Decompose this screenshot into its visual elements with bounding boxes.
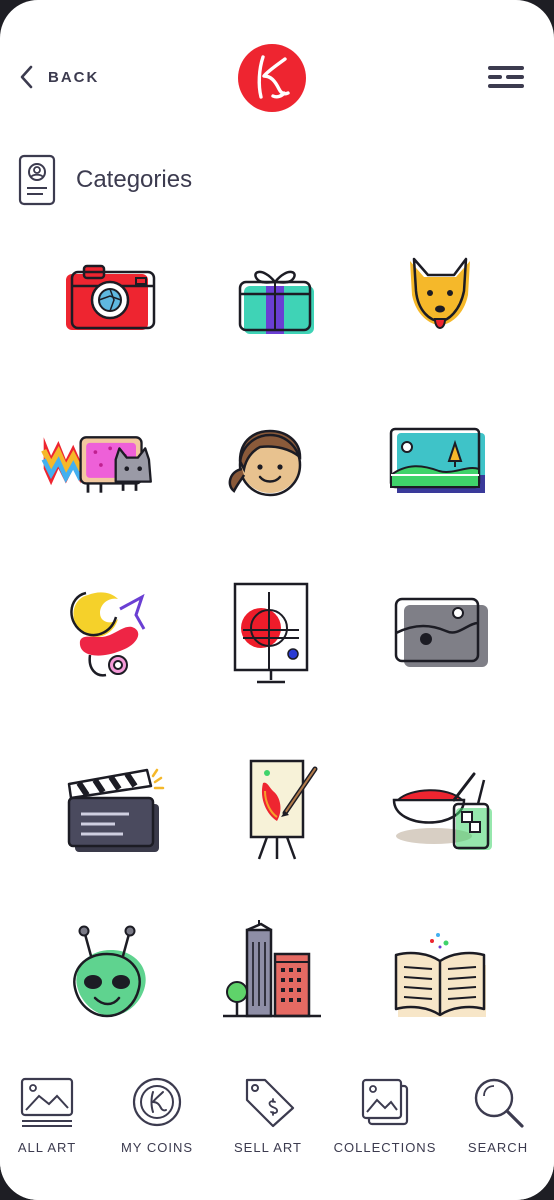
chevron-left-icon [20,65,33,89]
category-fox[interactable] [380,240,500,360]
category-film[interactable] [52,750,172,870]
category-food-drink[interactable] [380,750,500,870]
category-landscape[interactable] [378,405,498,525]
tab-search-label: SEARCH [467,1140,529,1155]
tab-all-art-label: ALL ART [17,1140,77,1155]
app-screen: BACK Categories ALL ART MY COINS SELL AR… [0,0,554,1200]
city-buildings-icon [223,920,321,1018]
alien-icon [73,925,146,1018]
tab-my-coins[interactable]: MY COINS [102,1076,212,1155]
back-button[interactable]: BACK [18,64,99,90]
price-tag-icon [245,1078,295,1128]
nyan-cat-icon [41,436,152,493]
abstract-art-icon [70,591,146,677]
photo-icon [394,597,488,667]
camera-icon [66,264,156,330]
category-abstract-art[interactable] [50,575,170,695]
tab-my-coins-label: MY COINS [120,1140,194,1155]
category-gift[interactable] [217,240,337,360]
tab-collections-label: COLLECTIONS [333,1140,437,1155]
brand-logo [238,44,306,112]
clapperboard-icon [67,768,165,852]
girl-face-icon [228,429,302,497]
menu-icon[interactable] [486,64,526,90]
back-label: BACK [48,68,100,86]
coin-icon [132,1077,182,1127]
category-abstract-easel[interactable] [210,575,330,695]
app-header: BACK Categories [0,0,554,206]
category-nyan-cat[interactable] [40,405,160,525]
fox-icon [410,257,470,329]
tab-sell-art[interactable]: SELL ART [213,1076,323,1155]
page-title: Categories [76,166,193,193]
collections-icon [361,1078,409,1126]
search-icon [474,1078,524,1128]
category-girl-face[interactable] [205,405,325,525]
open-book-icon [394,933,486,1017]
category-alien[interactable] [50,915,170,1035]
gallery-icon [20,1077,74,1127]
food-drink-icon [392,772,492,850]
category-painting[interactable] [222,750,342,870]
bottom-tab-bar: ALL ART MY COINS SELL ART COLLECTIONS SE… [0,1062,554,1200]
tab-search[interactable]: SEARCH [443,1076,553,1155]
tab-sell-art-label: SELL ART [234,1140,302,1155]
tab-collections[interactable]: COLLECTIONS [330,1076,440,1155]
painting-easel-icon [249,759,318,860]
category-city[interactable] [212,915,332,1035]
category-books[interactable] [380,915,500,1035]
landscape-icon [389,427,485,493]
category-camera[interactable] [50,240,170,360]
abstract-easel-icon [233,582,309,684]
category-photo[interactable] [380,575,500,695]
profile-card-icon [18,154,56,206]
tab-all-art[interactable]: ALL ART [0,1076,102,1155]
gift-icon [238,270,314,334]
title-row: Categories [18,154,192,206]
